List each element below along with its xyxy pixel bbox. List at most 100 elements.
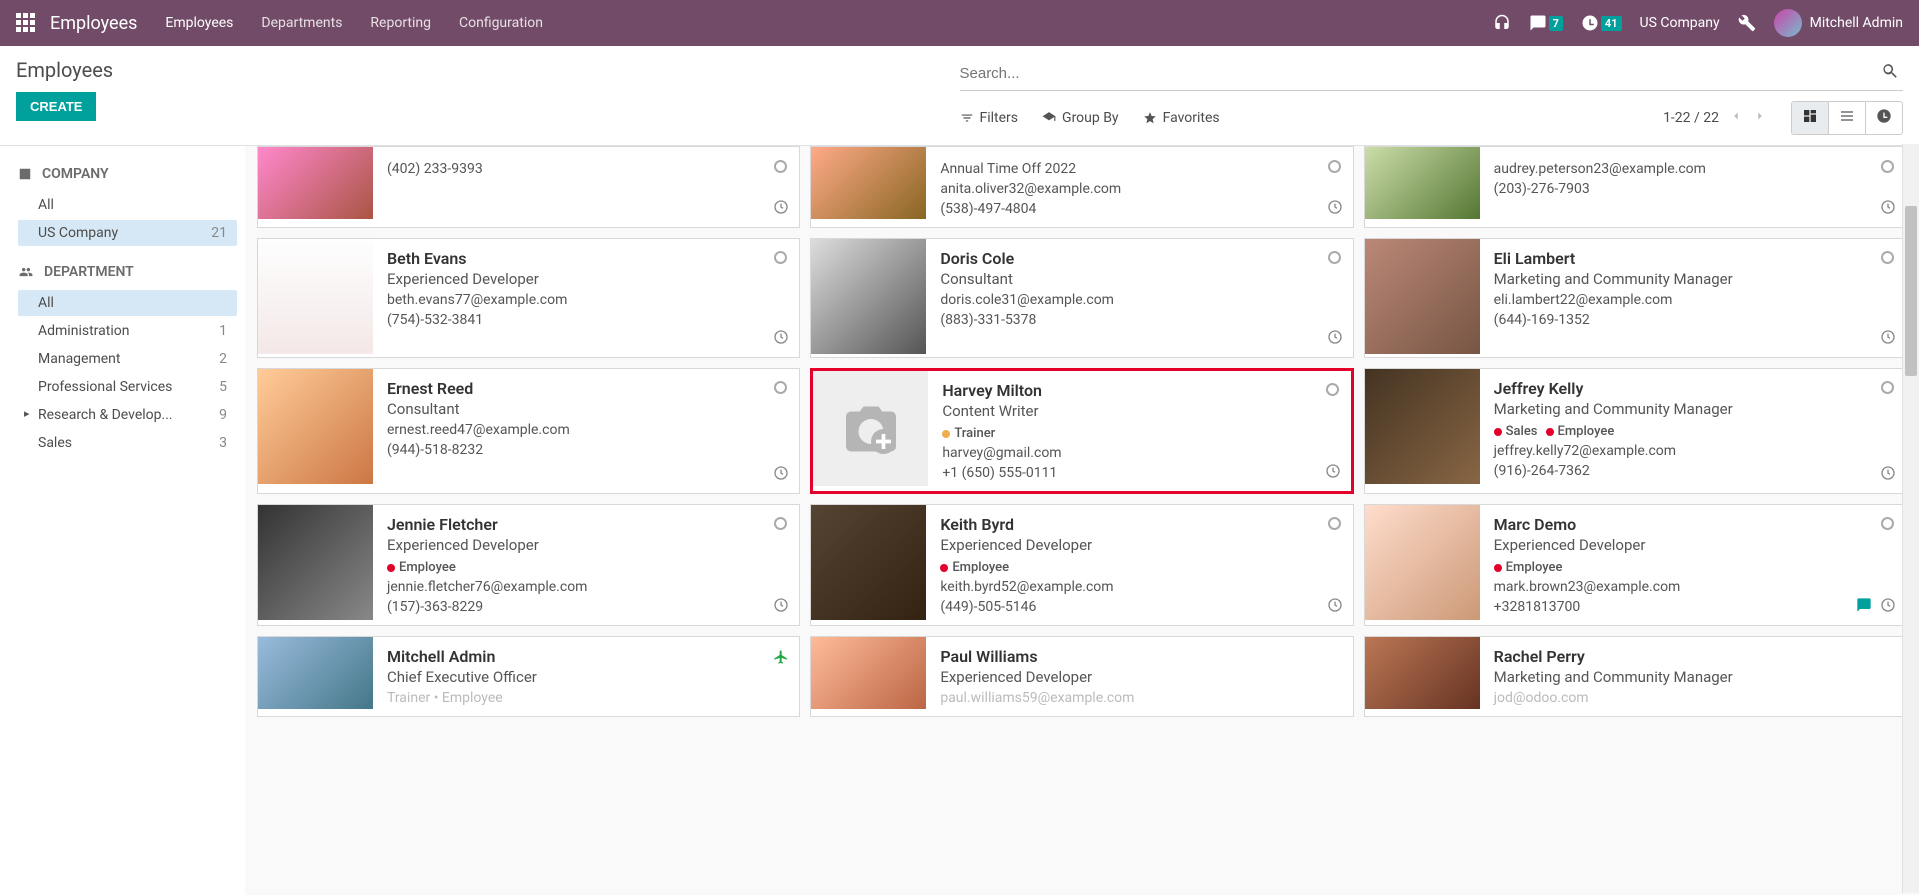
- employee-card[interactable]: Eli LambertMarketing and Community Manag…: [1364, 238, 1907, 358]
- employee-name: Marc Demo: [1494, 515, 1892, 534]
- user-menu[interactable]: Mitchell Admin: [1774, 9, 1903, 37]
- employee-card[interactable]: Harvey MiltonContent WriterTrainerharvey…: [810, 368, 1353, 494]
- presence-indicator[interactable]: [1881, 160, 1894, 173]
- employee-phone: (916)-264-7362: [1494, 463, 1892, 479]
- scrollbar-thumb[interactable]: [1905, 206, 1917, 376]
- employee-job: Content Writer: [942, 402, 1336, 420]
- sidebar-department-item[interactable]: Professional Services5: [18, 374, 237, 400]
- employee-phone: +3281813700: [1494, 599, 1892, 615]
- employee-card[interactable]: Keith ByrdExperienced DeveloperEmployeek…: [810, 504, 1353, 626]
- employee-photo: [1365, 505, 1480, 620]
- employee-card[interactable]: Paul WilliamsExperienced Developerpaul.w…: [810, 636, 1353, 717]
- employee-name: Harvey Milton: [942, 381, 1336, 400]
- search-icon[interactable]: [1877, 58, 1903, 88]
- nav-reporting[interactable]: Reporting: [370, 15, 431, 31]
- employee-card[interactable]: Mitchell AdminChief Executive OfficerTra…: [257, 636, 800, 717]
- employee-phone: (203)-276-7903: [1494, 181, 1892, 197]
- presence-indicator[interactable]: [774, 251, 787, 264]
- employee-card[interactable]: Doris ColeConsultantdoris.cole31@example…: [810, 238, 1353, 358]
- sidebar-department-item[interactable]: Research & Develop...9: [18, 402, 237, 428]
- employee-name: Rachel Perry: [1494, 647, 1892, 666]
- create-button[interactable]: CREATE: [16, 92, 96, 121]
- activity-icon[interactable]: [1327, 199, 1343, 219]
- employee-photo: [258, 239, 373, 354]
- employee-tag: Employee: [1546, 424, 1615, 439]
- activity-icon[interactable]: [1327, 329, 1343, 349]
- activity-icon[interactable]: [1327, 597, 1343, 617]
- photo-placeholder-icon: [813, 371, 928, 486]
- activity-icon[interactable]: [773, 199, 789, 219]
- employee-card[interactable]: Annual Time Off 2022anita.oliver32@examp…: [810, 146, 1353, 228]
- sidebar-department-item[interactable]: Sales3: [18, 430, 237, 456]
- sidebar-department-item[interactable]: Administration1: [18, 318, 237, 344]
- employee-card[interactable]: Jeffrey KellyMarketing and Community Man…: [1364, 368, 1907, 494]
- employee-card[interactable]: Beth EvansExperienced Developerbeth.evan…: [257, 238, 800, 358]
- activities-icon[interactable]: 41: [1581, 14, 1622, 32]
- activity-icon[interactable]: [1325, 463, 1341, 483]
- sidebar-company-item[interactable]: US Company21: [18, 220, 237, 246]
- sidebar-company-item[interactable]: All: [18, 192, 237, 218]
- groupby-button[interactable]: Group By: [1042, 110, 1119, 126]
- presence-indicator[interactable]: [1326, 383, 1339, 396]
- view-activity[interactable]: [1866, 102, 1902, 134]
- activity-icon[interactable]: [773, 465, 789, 485]
- presence-indicator[interactable]: [1328, 160, 1341, 173]
- activity-icon[interactable]: [1880, 597, 1896, 617]
- company-selector[interactable]: US Company: [1640, 15, 1720, 31]
- search-input[interactable]: [960, 61, 1878, 86]
- activity-icon[interactable]: [773, 329, 789, 349]
- apps-menu-icon[interactable]: [16, 13, 36, 33]
- scrollbar[interactable]: [1902, 144, 1919, 893]
- activity-icon[interactable]: [1880, 199, 1896, 219]
- presence-indicator[interactable]: [1328, 251, 1341, 264]
- employee-card[interactable]: audrey.peterson23@example.com(203)-276-7…: [1364, 146, 1907, 228]
- employee-email: jod@odoo.com: [1494, 690, 1892, 706]
- presence-indicator[interactable]: [1881, 517, 1894, 530]
- sidebar-department-item[interactable]: All: [18, 290, 237, 316]
- employee-card[interactable]: Ernest ReedConsultanternest.reed47@examp…: [257, 368, 800, 494]
- nav-departments[interactable]: Departments: [261, 15, 342, 31]
- leave-icon: [773, 649, 789, 669]
- sidebar-department-item[interactable]: Management2: [18, 346, 237, 372]
- employee-email: ernest.reed47@example.com: [387, 422, 785, 438]
- activity-icon[interactable]: [1880, 329, 1896, 349]
- pager-next[interactable]: [1753, 109, 1767, 127]
- presence-indicator[interactable]: [1328, 517, 1341, 530]
- filters-button[interactable]: Filters: [960, 110, 1019, 126]
- employee-email: anita.oliver32@example.com: [940, 181, 1338, 197]
- employee-card[interactable]: (402) 233-9393: [257, 146, 800, 228]
- chat-icon[interactable]: [1856, 597, 1872, 617]
- employee-name: Paul Williams: [940, 647, 1338, 666]
- view-kanban[interactable]: [1792, 102, 1829, 134]
- nav-configuration[interactable]: Configuration: [459, 15, 543, 31]
- control-panel: Employees CREATE Filters Group By Favori…: [0, 46, 1919, 146]
- activity-icon[interactable]: [773, 597, 789, 617]
- presence-indicator[interactable]: [774, 381, 787, 394]
- activity-icon[interactable]: [1880, 465, 1896, 485]
- pager-prev[interactable]: [1729, 109, 1743, 127]
- employee-job: Consultant: [940, 270, 1338, 288]
- messages-icon[interactable]: 7: [1529, 14, 1563, 32]
- employee-tag: Employee: [387, 560, 456, 575]
- employee-card[interactable]: Marc DemoExperienced DeveloperEmployeema…: [1364, 504, 1907, 626]
- employee-card[interactable]: Rachel PerryMarketing and Community Mana…: [1364, 636, 1907, 717]
- employee-phone: (754)-532-3841: [387, 312, 785, 328]
- favorites-button[interactable]: Favorites: [1143, 110, 1220, 126]
- employee-job: Experienced Developer: [1494, 536, 1892, 554]
- employee-card[interactable]: Jennie FletcherExperienced DeveloperEmpl…: [257, 504, 800, 626]
- presence-indicator[interactable]: [1881, 251, 1894, 264]
- employee-name: Beth Evans: [387, 249, 785, 268]
- presence-indicator[interactable]: [774, 517, 787, 530]
- debug-icon[interactable]: [1738, 14, 1756, 32]
- presence-indicator[interactable]: [1881, 381, 1894, 394]
- breadcrumb: Employees: [16, 58, 960, 82]
- presence-indicator[interactable]: [774, 160, 787, 173]
- view-list[interactable]: [1829, 102, 1866, 134]
- nav-employees[interactable]: Employees: [165, 15, 233, 31]
- sidebar: COMPANY AllUS Company21 DEPARTMENT AllAd…: [0, 146, 245, 895]
- support-icon[interactable]: [1493, 14, 1511, 32]
- kanban-view[interactable]: (402) 233-9393Annual Time Off 2022anita.…: [245, 146, 1919, 895]
- employee-tag: Trainer: [942, 426, 995, 441]
- employee-name: Mitchell Admin: [387, 647, 785, 666]
- employee-job: Experienced Developer: [940, 536, 1338, 554]
